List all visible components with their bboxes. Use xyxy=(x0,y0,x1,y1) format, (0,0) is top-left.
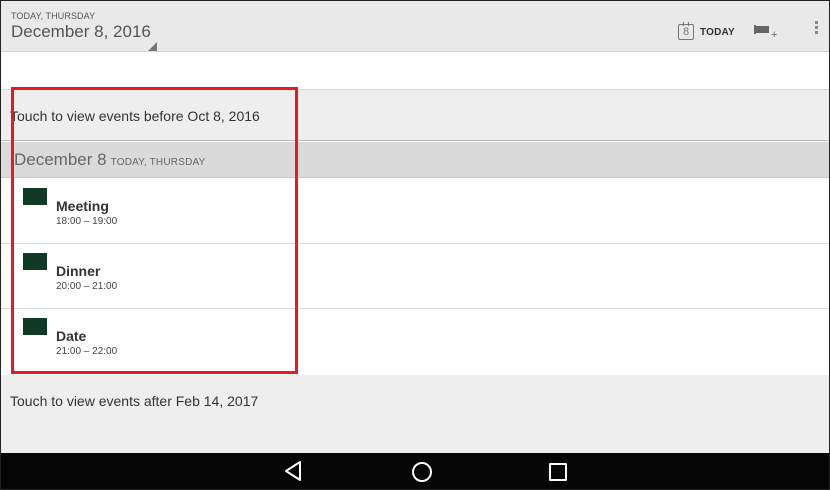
today-button[interactable]: 8 TODAY xyxy=(678,21,735,43)
overflow-menu-button[interactable] xyxy=(813,21,821,41)
event-item-dinner[interactable]: Dinner 20:00 – 21:00 xyxy=(1,244,829,309)
today-label: TODAY xyxy=(700,26,735,38)
event-time: 21:00 – 22:00 xyxy=(56,346,118,357)
overflow-menu-icon xyxy=(813,21,821,34)
calendar-today-icon: 8 xyxy=(678,22,694,40)
date-dropdown[interactable]: TODAY, THURSDAY December 8, 2016 xyxy=(11,11,171,51)
event-title: Dinner xyxy=(56,263,101,279)
back-icon xyxy=(285,461,301,481)
action-bar: TODAY, THURSDAY December 8, 2016 8 TODAY… xyxy=(1,1,829,52)
calendar-color-swatch xyxy=(23,253,47,270)
list-spacer xyxy=(1,52,829,89)
home-icon[interactable] xyxy=(412,462,432,482)
day-header-subtitle: TODAY, THURSDAY xyxy=(110,157,206,168)
date-title: December 8, 2016 xyxy=(11,22,151,41)
dropdown-corner-icon xyxy=(148,42,157,51)
calendar-app: TODAY, THURSDAY December 8, 2016 8 TODAY… xyxy=(0,0,830,490)
back-button[interactable] xyxy=(278,456,308,486)
event-item-meeting[interactable]: Meeting 18:00 – 19:00 xyxy=(1,179,829,244)
event-title: Date xyxy=(56,328,87,344)
day-header-date: December 8 xyxy=(14,150,107,169)
load-later-events[interactable]: Touch to view events after Feb 14, 2017 xyxy=(1,375,829,453)
event-time: 18:00 – 19:00 xyxy=(56,216,118,227)
date-subtitle: TODAY, THURSDAY xyxy=(11,11,96,21)
event-title: Meeting xyxy=(56,198,109,214)
new-event-button[interactable]: + xyxy=(753,25,779,45)
event-item-date[interactable]: Date 21:00 – 22:00 xyxy=(1,309,829,374)
recents-icon[interactable] xyxy=(549,463,567,481)
day-header: December 8 TODAY, THURSDAY xyxy=(1,142,829,178)
calendar-color-swatch xyxy=(23,188,47,205)
calendar-color-swatch xyxy=(23,318,47,335)
event-time: 20:00 – 21:00 xyxy=(56,281,118,292)
load-earlier-events[interactable]: Touch to view events before Oct 8, 2016 xyxy=(1,89,829,141)
calendar-icon-day: 8 xyxy=(682,26,690,38)
system-nav-bar xyxy=(1,453,829,489)
